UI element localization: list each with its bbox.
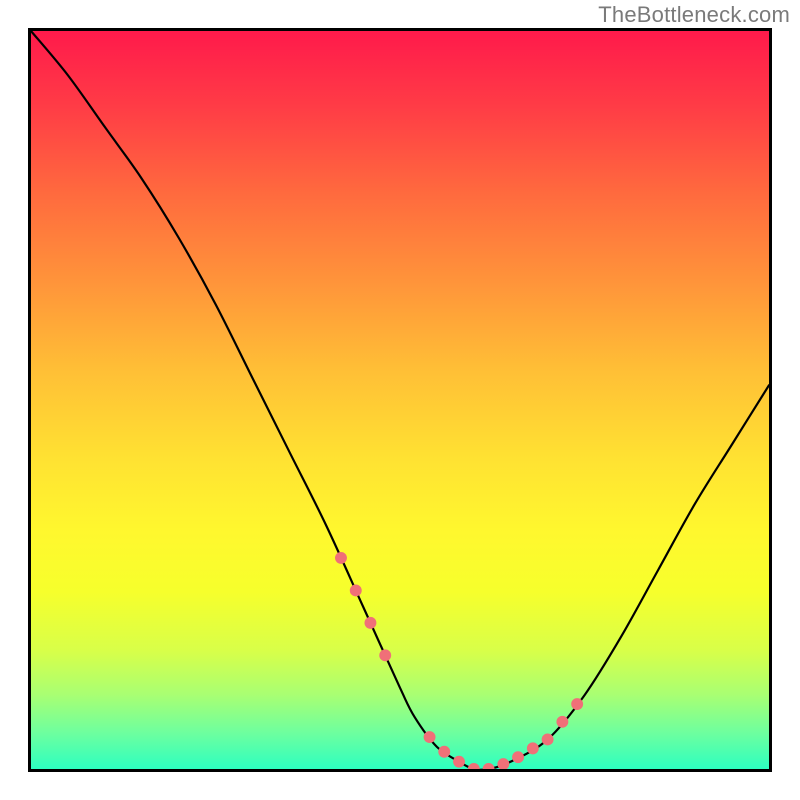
marker-dot	[335, 552, 347, 564]
marker-dot	[483, 763, 495, 769]
marker-dot	[497, 758, 509, 769]
marker-dot	[350, 585, 362, 597]
bottleneck-curve-svg	[31, 31, 769, 769]
marker-dot	[424, 731, 436, 743]
marker-dot	[468, 763, 480, 769]
marker-dot	[571, 698, 583, 710]
marker-dot	[527, 742, 539, 754]
marker-dot	[379, 649, 391, 661]
marker-dot	[542, 733, 554, 745]
bottleneck-curve-path	[31, 31, 769, 769]
marker-dot	[438, 746, 450, 758]
chart-stage: TheBottleneck.com	[0, 0, 800, 800]
marker-dot	[364, 617, 376, 629]
watermark-text: TheBottleneck.com	[598, 2, 790, 28]
marker-dot	[556, 716, 568, 728]
marker-dot	[512, 751, 524, 763]
marker-dot	[453, 756, 465, 768]
plot-area	[28, 28, 772, 772]
flat-zone-markers	[335, 552, 583, 769]
